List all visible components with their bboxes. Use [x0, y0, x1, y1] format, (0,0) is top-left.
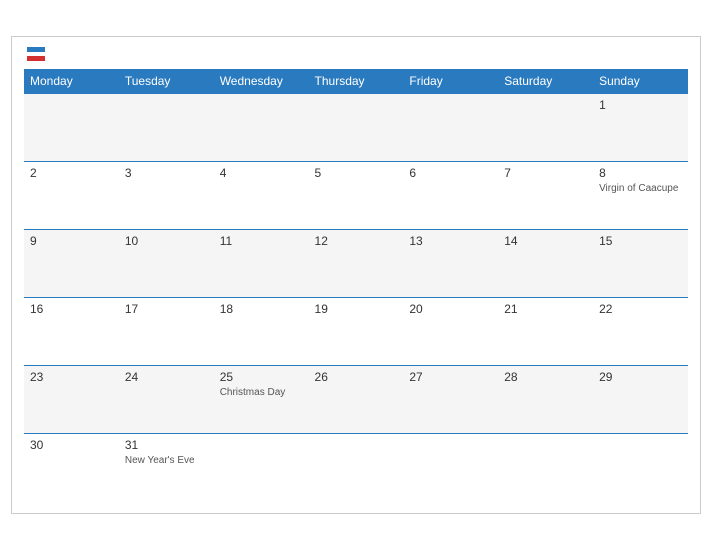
- calendar-cell: 20: [403, 297, 498, 365]
- calendar-cell: 7: [498, 161, 593, 229]
- day-number: 7: [504, 166, 587, 180]
- calendar-cell: 26: [309, 365, 404, 433]
- day-number: 20: [409, 302, 492, 316]
- weekday-header-sunday: Sunday: [593, 69, 688, 94]
- calendar-cell: 11: [214, 229, 309, 297]
- day-number: 17: [125, 302, 208, 316]
- calendar-cell: 6: [403, 161, 498, 229]
- weekday-header-friday: Friday: [403, 69, 498, 94]
- day-number: 3: [125, 166, 208, 180]
- day-number: 14: [504, 234, 587, 248]
- day-number: 31: [125, 438, 208, 452]
- calendar-cell: [24, 93, 119, 161]
- calendar-cell: [214, 93, 309, 161]
- day-number: 25: [220, 370, 303, 384]
- weekday-header-monday: Monday: [24, 69, 119, 94]
- day-number: 21: [504, 302, 587, 316]
- logo-flag-icon: [27, 47, 45, 61]
- day-number: 19: [315, 302, 398, 316]
- logo: [26, 47, 45, 61]
- day-number: 18: [220, 302, 303, 316]
- calendar-cell: 16: [24, 297, 119, 365]
- day-number: 5: [315, 166, 398, 180]
- week-row-4: 23 24 25 Christmas Day 26 27 28 29: [24, 365, 688, 433]
- day-number: 22: [599, 302, 682, 316]
- weekday-header-thursday: Thursday: [309, 69, 404, 94]
- calendar-cell: 1: [593, 93, 688, 161]
- calendar-cell: 13: [403, 229, 498, 297]
- calendar-body: 12345678Virgin of Caacupe910111213141516…: [24, 93, 688, 501]
- week-row-1: 2345678 Virgin of Caacupe: [24, 161, 688, 229]
- day-number: 12: [315, 234, 398, 248]
- calendar-cell: [309, 433, 404, 501]
- holiday-label: Christmas Day: [220, 386, 303, 399]
- day-number: 29: [599, 370, 682, 384]
- weekday-header-saturday: Saturday: [498, 69, 593, 94]
- calendar-cell: 28: [498, 365, 593, 433]
- calendar-cell: 22: [593, 297, 688, 365]
- calendar-cell: 19: [309, 297, 404, 365]
- holiday-label: Virgin of Caacupe: [599, 182, 682, 195]
- calendar-cell: 10: [119, 229, 214, 297]
- day-number: 23: [30, 370, 113, 384]
- day-number: 15: [599, 234, 682, 248]
- calendar-cell: [593, 433, 688, 501]
- calendar-cell: 25 Christmas Day: [214, 365, 309, 433]
- week-row-3: 16 17 18 19 20 21 22: [24, 297, 688, 365]
- calendar-cell: [119, 93, 214, 161]
- calendar-cell: 31 New Year's Eve: [119, 433, 214, 501]
- weekday-header-wednesday: Wednesday: [214, 69, 309, 94]
- calendar-cell: 29: [593, 365, 688, 433]
- week-row-5: 30 31 New Year's Eve: [24, 433, 688, 501]
- calendar-cell: 3: [119, 161, 214, 229]
- weekday-header-tuesday: Tuesday: [119, 69, 214, 94]
- calendar-cell: [309, 93, 404, 161]
- calendar-cell: 12: [309, 229, 404, 297]
- day-number: 24: [125, 370, 208, 384]
- calendar: MondayTuesdayWednesdayThursdayFridaySatu…: [11, 36, 701, 515]
- calendar-cell: [214, 433, 309, 501]
- day-number: 28: [504, 370, 587, 384]
- day-number: 9: [30, 234, 113, 248]
- calendar-cell: 5: [309, 161, 404, 229]
- day-number: 30: [30, 438, 113, 452]
- day-number: 10: [125, 234, 208, 248]
- calendar-cell: 4: [214, 161, 309, 229]
- day-number: 11: [220, 234, 303, 248]
- week-row-2: 9 10 11 12 13 14 15: [24, 229, 688, 297]
- weekday-header-row: MondayTuesdayWednesdayThursdayFridaySatu…: [24, 69, 688, 94]
- day-number: 4: [220, 166, 303, 180]
- day-number: 6: [409, 166, 492, 180]
- calendar-cell: 27: [403, 365, 498, 433]
- calendar-cell: 15: [593, 229, 688, 297]
- calendar-table: MondayTuesdayWednesdayThursdayFridaySatu…: [24, 69, 688, 502]
- day-number: 16: [30, 302, 113, 316]
- calendar-cell: 23: [24, 365, 119, 433]
- holiday-label: New Year's Eve: [125, 454, 208, 467]
- calendar-cell: [403, 433, 498, 501]
- calendar-cell: [498, 433, 593, 501]
- calendar-cell: 21: [498, 297, 593, 365]
- week-row-0: 1: [24, 93, 688, 161]
- day-number: 27: [409, 370, 492, 384]
- day-number: 26: [315, 370, 398, 384]
- calendar-cell: [498, 93, 593, 161]
- day-number: 1: [599, 98, 682, 112]
- calendar-cell: 14: [498, 229, 593, 297]
- day-number: 2: [30, 166, 113, 180]
- calendar-header: [24, 47, 688, 61]
- calendar-cell: [403, 93, 498, 161]
- calendar-cell: 18: [214, 297, 309, 365]
- day-number: 8: [599, 166, 682, 180]
- calendar-cell: 9: [24, 229, 119, 297]
- calendar-cell: 30: [24, 433, 119, 501]
- calendar-thead: MondayTuesdayWednesdayThursdayFridaySatu…: [24, 69, 688, 94]
- day-number: 13: [409, 234, 492, 248]
- calendar-cell: 17: [119, 297, 214, 365]
- calendar-cell: 8 Virgin of Caacupe: [593, 161, 688, 229]
- calendar-cell: 2: [24, 161, 119, 229]
- calendar-cell: 24: [119, 365, 214, 433]
